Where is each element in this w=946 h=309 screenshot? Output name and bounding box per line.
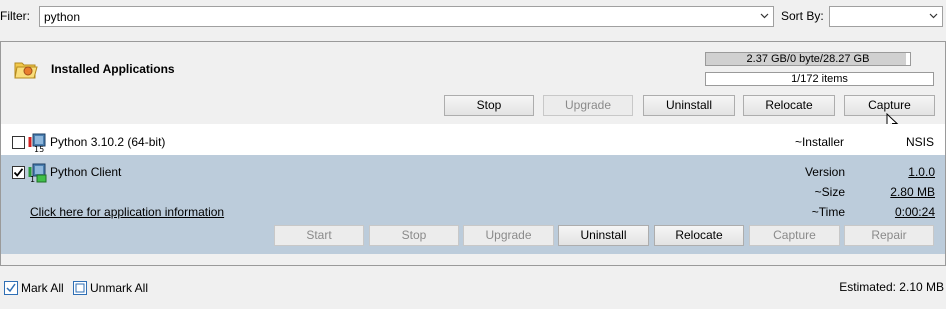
python-client-icon: 1 [28, 163, 47, 183]
panel-upgrade-button[interactable]: Upgrade [543, 95, 633, 116]
storage-text: 2.37 GB/0 byte/28.27 GB [746, 53, 870, 65]
app-info-link[interactable]: Click here for application information [30, 205, 224, 219]
checkmark-icon [13, 168, 24, 177]
items-count-box: 1/172 items [705, 72, 934, 86]
version-value[interactable]: 1.0.0 [908, 165, 935, 179]
app-name: Python Client [50, 165, 122, 179]
svg-text:15: 15 [34, 145, 44, 153]
python-installer-icon: 15 [28, 133, 46, 153]
time-value[interactable]: 0:00:24 [895, 205, 935, 219]
mark-all-label: Mark All [21, 281, 64, 295]
mark-all-icon [4, 281, 18, 295]
app-start-button[interactable]: Start [274, 225, 364, 246]
installer-value: NSIS [905, 135, 934, 149]
filter-label: Filter: [0, 9, 30, 23]
chevron-down-icon[interactable] [760, 11, 769, 20]
time-label: ~Time [811, 205, 845, 219]
applications-folder-icon [14, 62, 38, 79]
app-stop-button[interactable]: Stop [369, 225, 459, 246]
panel-stop-button[interactable]: Stop [444, 95, 534, 116]
size-label: ~Size [814, 185, 845, 199]
app-capture-button[interactable]: Capture [749, 225, 840, 246]
app-relocate-button[interactable]: Relocate [654, 225, 744, 246]
svg-text:1: 1 [30, 175, 35, 183]
app-repair-button[interactable]: Repair [844, 225, 934, 246]
estimated-size: Estimated: 2.10 MB [839, 280, 944, 294]
size-value[interactable]: 2.80 MB [890, 185, 935, 199]
version-label: Version [804, 165, 845, 179]
storage-bar: 2.37 GB/0 byte/28.27 GB [705, 52, 911, 66]
filter-value: python [44, 10, 81, 24]
installer-label: ~Installer [794, 135, 844, 149]
unmark-all-label: Unmark All [90, 281, 149, 295]
filter-combobox[interactable]: python [39, 6, 774, 27]
panel-uninstall-button[interactable]: Uninstall [643, 95, 735, 116]
items-count-text: 1/172 items [791, 73, 848, 85]
app-checkbox[interactable] [12, 136, 25, 149]
app-checkbox-checked[interactable] [12, 166, 25, 179]
panel-relocate-button[interactable]: Relocate [743, 95, 835, 116]
sortby-combobox[interactable] [829, 6, 943, 27]
panel-title: Installed Applications [51, 62, 175, 76]
chevron-down-icon[interactable] [929, 11, 938, 20]
unmark-all-icon [73, 281, 87, 295]
app-uninstall-button[interactable]: Uninstall [558, 225, 649, 246]
app-upgrade-button[interactable]: Upgrade [463, 225, 554, 246]
sortby-label: Sort By: [781, 9, 824, 23]
app-name: Python 3.10.2 (64-bit) [50, 135, 166, 149]
